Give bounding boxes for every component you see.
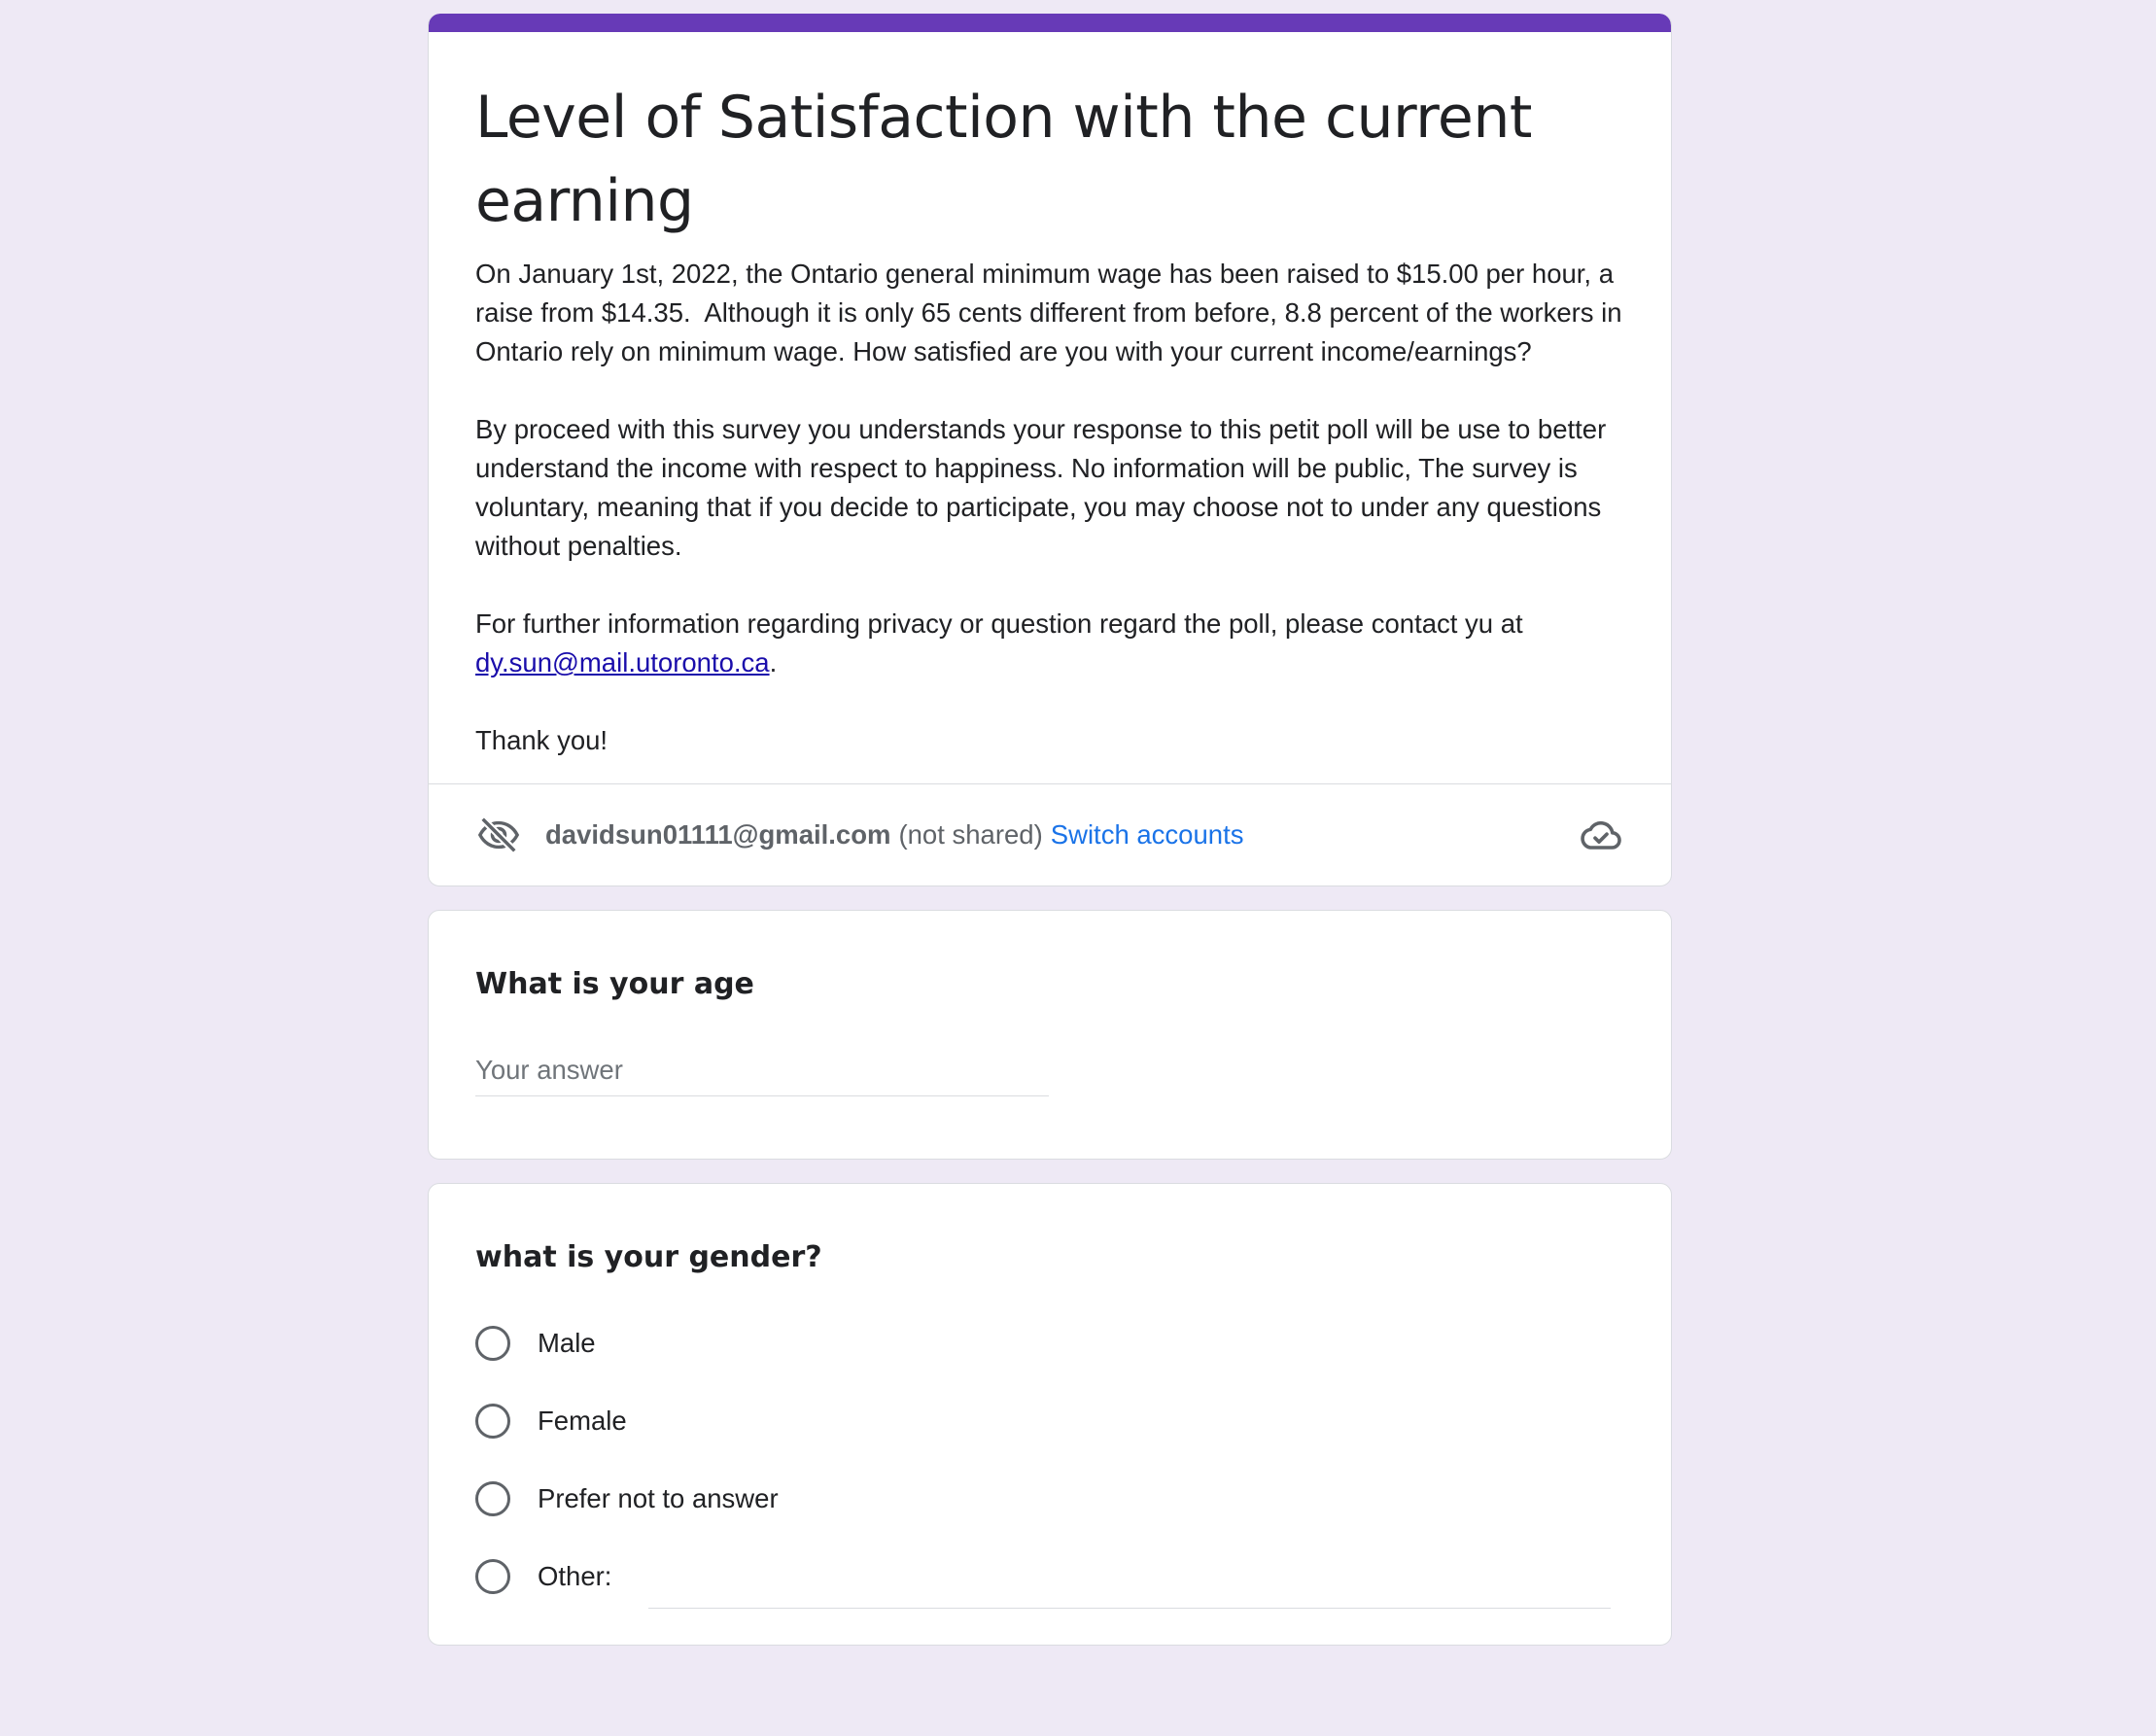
option-label: Female xyxy=(538,1406,627,1436)
form-title: Level of Satisfaction with the current e… xyxy=(475,84,1532,235)
question-body-age: What is your age xyxy=(429,911,1671,1159)
option-label: Male xyxy=(538,1328,596,1358)
account-email: davidsun01111@gmail.com xyxy=(545,819,891,850)
form-header-body: Level of Satisfaction with the current e… xyxy=(429,32,1671,783)
form-column: Level of Satisfaction with the current e… xyxy=(428,14,1672,1646)
option-label: Other: xyxy=(538,1561,612,1591)
not-shared-label: (not shared) xyxy=(898,819,1043,850)
option-female[interactable]: Female xyxy=(475,1400,1624,1442)
theme-accent-bar xyxy=(429,14,1671,32)
description-paragraph-3: For further information regarding privac… xyxy=(475,605,1624,682)
radio-button[interactable] xyxy=(475,1326,510,1361)
contact-email-link[interactable]: dy.sun@mail.utoronto.ca xyxy=(475,647,770,677)
description-thanks: Thank you! xyxy=(475,725,609,755)
question-title-gender: what is your gender? xyxy=(475,1240,822,1274)
radio-button[interactable] xyxy=(475,1559,510,1594)
gender-options: Male Female Prefer not to answer Other: xyxy=(475,1322,1624,1609)
age-answer-field xyxy=(475,1055,1049,1096)
option-male[interactable]: Male xyxy=(475,1322,1624,1365)
visibility-off-icon xyxy=(475,812,522,858)
other-text-input[interactable] xyxy=(648,1565,1611,1609)
cloud-done-icon xyxy=(1578,812,1624,858)
contact-period: . xyxy=(769,647,778,677)
age-answer-input[interactable] xyxy=(475,1055,1049,1086)
description-paragraph-2: By proceed with this survey you understa… xyxy=(475,414,1614,561)
question-card-gender: what is your gender? Male Female Prefer … xyxy=(428,1183,1672,1646)
radio-button[interactable] xyxy=(475,1481,510,1516)
account-row: davidsun01111@gmail.com (not shared) Swi… xyxy=(429,783,1671,885)
option-other[interactable]: Other: xyxy=(475,1555,1624,1609)
question-card-age: What is your age xyxy=(428,910,1672,1160)
option-prefer-not-to-answer[interactable]: Prefer not to answer xyxy=(475,1477,1624,1520)
option-label: Prefer not to answer xyxy=(538,1483,779,1513)
contact-text: For further information regarding privac… xyxy=(475,608,1531,639)
switch-accounts-link[interactable]: Switch accounts xyxy=(1051,819,1244,851)
description-paragraph-1: On January 1st, 2022, the Ontario genera… xyxy=(475,259,1630,366)
radio-button[interactable] xyxy=(475,1404,510,1439)
form-header-card: Level of Satisfaction with the current e… xyxy=(428,14,1672,886)
question-body-gender: what is your gender? Male Female Prefer … xyxy=(429,1184,1671,1645)
form-description: On January 1st, 2022, the Ontario genera… xyxy=(475,255,1624,760)
question-title-age: What is your age xyxy=(475,967,754,1001)
